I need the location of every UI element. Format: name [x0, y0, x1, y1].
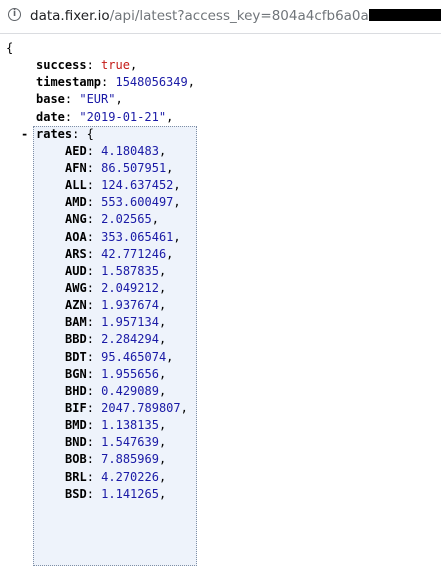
rate-row: BGN: 1.955656,	[65, 366, 167, 381]
rate-code: BHD	[65, 383, 87, 398]
rate-value: 1.138135	[101, 418, 159, 433]
json-key: success	[36, 58, 87, 73]
rate-code: ARS	[65, 246, 87, 261]
rate-code: BOB	[65, 452, 87, 467]
rate-value: 2.049212	[101, 280, 159, 295]
rate-row: BIF: 2047.789807,	[65, 400, 188, 415]
json-property-success: success: true,	[36, 58, 138, 73]
redaction-block	[368, 9, 441, 21]
json-viewer: { success: true, timestamp: 1548056349, …	[0, 40, 441, 566]
rate-row: AED: 4.180483,	[65, 143, 167, 158]
json-key: base	[36, 92, 65, 107]
rate-code: BGN	[65, 366, 87, 381]
rate-row: BND: 1.547639,	[65, 435, 167, 450]
address-bar[interactable]: i data.fixer.io/api/latest?access_key=80…	[0, 0, 441, 34]
json-brace: {	[86, 126, 94, 141]
url-text[interactable]: data.fixer.io/api/latest?access_key=804a…	[30, 7, 441, 25]
rates-list: AED: 4.180483, AFN: 86.507951, ALL: 124.63…	[0, 143, 441, 503]
rate-value: 1.957134	[101, 315, 159, 330]
rate-code: AWG	[65, 280, 87, 295]
rate-value: 42.771246	[101, 246, 167, 261]
rate-row: BMD: 1.138135,	[65, 418, 167, 433]
rate-code: ANG	[65, 212, 87, 227]
rate-value: 124.637452	[101, 178, 174, 193]
rate-value: 2047.789807	[101, 400, 181, 415]
rate-code: AMD	[65, 195, 87, 210]
rate-row: BRL: 4.270226,	[65, 469, 167, 484]
rate-row: BSD: 1.141265,	[65, 486, 167, 501]
json-property-date: date: "2019-01-21",	[36, 109, 174, 124]
rate-code: BRL	[65, 469, 87, 484]
rate-row: AOA: 353.065461,	[65, 229, 181, 244]
rate-row: ANG: 2.02565,	[65, 212, 159, 227]
rate-row: BAM: 1.957134,	[65, 315, 167, 330]
rate-row: BHD: 0.429089,	[65, 383, 167, 398]
rate-value: 2.02565	[101, 212, 152, 227]
json-key: rates	[36, 126, 73, 141]
json-open-brace: {	[6, 41, 14, 55]
rate-value: 1.955656	[101, 366, 159, 381]
json-property-rates: - rates: {	[0, 126, 441, 143]
rate-value: 4.180483	[101, 143, 159, 158]
rate-row: AUD: 1.587835,	[65, 263, 167, 278]
rate-value: 1.547639	[101, 435, 159, 450]
info-icon[interactable]: i	[8, 8, 21, 21]
rate-row: ARS: 42.771246,	[65, 246, 174, 261]
rate-value: 95.465074	[101, 349, 167, 364]
rate-row: ALL: 124.637452,	[65, 178, 181, 193]
rate-code: BMD	[65, 418, 87, 433]
json-key: timestamp	[36, 75, 102, 90]
rate-value: 1.587835	[101, 263, 159, 278]
rate-row: BOB: 7.885969,	[65, 452, 167, 467]
rate-row: AZN: 1.937674,	[65, 298, 167, 313]
url-host: data.fixer.io	[30, 8, 110, 24]
rate-code: BAM	[65, 315, 87, 330]
rate-code: BDT	[65, 349, 87, 364]
json-value: "2019-01-21"	[79, 109, 167, 124]
json-value: "EUR"	[79, 92, 116, 107]
rate-row: BDT: 95.465074,	[65, 349, 174, 364]
rate-value: 553.600497	[101, 195, 174, 210]
rate-value: 4.270226	[101, 469, 159, 484]
rate-code: AOA	[65, 229, 87, 244]
url-path: /api/latest?access_key=804a4cfb6a0a	[109, 8, 369, 24]
rate-code: AFN	[65, 160, 87, 175]
json-value: 1548056349	[115, 75, 188, 90]
json-property-timestamp: timestamp: 1548056349,	[36, 75, 195, 90]
rate-row: AFN: 86.507951,	[65, 160, 174, 175]
rate-row: AMD: 553.600497,	[65, 195, 181, 210]
rate-code: BIF	[65, 400, 87, 415]
rate-row: AWG: 2.049212,	[65, 280, 167, 295]
rate-value: 0.429089	[101, 383, 159, 398]
rate-value: 86.507951	[101, 160, 167, 175]
json-key: date	[36, 109, 65, 124]
rate-value: 2.284294	[101, 332, 159, 347]
rate-row: BBD: 2.284294,	[65, 332, 167, 347]
collapse-toggle[interactable]: -	[21, 126, 28, 143]
json-property-base: base: "EUR",	[36, 92, 123, 107]
rate-value: 7.885969	[101, 452, 159, 467]
rate-code: BBD	[65, 332, 87, 347]
rate-code: ALL	[65, 178, 87, 193]
rate-code: BND	[65, 435, 87, 450]
rate-value: 1.937674	[101, 298, 159, 313]
rate-code: AZN	[65, 298, 87, 313]
json-value: true	[101, 58, 130, 73]
rate-code: AED	[65, 143, 87, 158]
rate-value: 353.065461	[101, 229, 174, 244]
rate-code: AUD	[65, 263, 87, 278]
